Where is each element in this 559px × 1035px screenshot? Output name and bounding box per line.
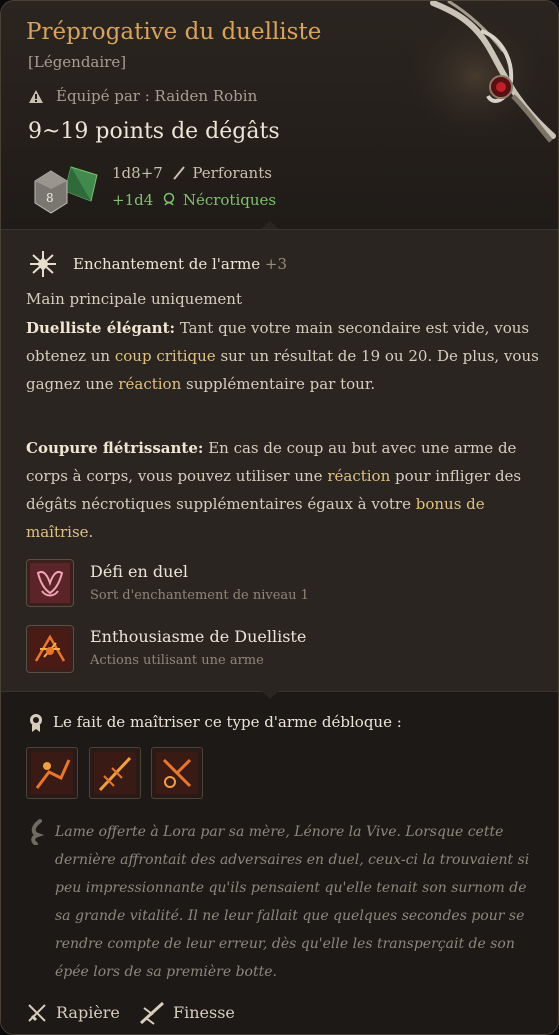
duel-mask-icon — [30, 563, 70, 603]
medal-icon — [30, 714, 42, 732]
section-notch — [261, 691, 279, 699]
passive-withering-strike: Coupure flétrissante: En cas de coup au … — [26, 434, 541, 546]
passive-text: . — [88, 523, 94, 541]
spell-enthusiasm[interactable]: Enthousiasme de Duelliste Actions utilis… — [90, 627, 306, 668]
damage-range: 9~19 points de dégâts — [28, 119, 280, 144]
keyword-critical[interactable]: coup critique — [115, 347, 216, 365]
spell-subtitle: Actions utilisant une arme — [90, 653, 264, 668]
enchantment-bonus: +3 — [264, 255, 288, 273]
rapier-icon — [28, 1004, 46, 1022]
necrotic-dice: +1d4 — [112, 191, 154, 209]
passive-elegant-duellist: Duelliste élégant: Tant que votre main s… — [26, 314, 541, 398]
enchantment-icon — [30, 251, 56, 277]
pierce-type: Perforants — [192, 164, 272, 182]
piercing-icon — [172, 166, 185, 180]
finesse-icon — [139, 1001, 165, 1025]
keyword-reaction[interactable]: réaction — [327, 467, 390, 485]
spell-name: Enthousiasme de Duelliste — [90, 627, 307, 646]
keyword-reaction[interactable]: réaction — [118, 375, 181, 393]
necrotic-skull-icon — [163, 192, 175, 206]
pierce-dice: 1d8+7 — [112, 164, 163, 182]
item-rarity: [Légendaire] — [28, 53, 127, 71]
die-value: 8 — [46, 191, 54, 205]
tag-rapier[interactable]: Rapière — [56, 1003, 120, 1022]
weapon-action-1[interactable] — [26, 747, 78, 799]
weapon-action-2[interactable] — [89, 747, 141, 799]
equipped-by: Équipé par : Raiden Robin — [56, 87, 258, 105]
weapon-action-3[interactable] — [151, 747, 203, 799]
duelist-flourish-icon — [30, 629, 70, 669]
passive-title: Duelliste élégant: — [26, 319, 176, 337]
lunging-strike-icon — [31, 752, 73, 794]
damage-dice-icon — [34, 166, 98, 214]
passive-title: Coupure flétrissante: — [26, 439, 204, 457]
spell-name: Défi en duel — [90, 562, 189, 581]
spell-duel-challenge-icon[interactable] — [26, 559, 74, 607]
damage-line-necrotic: +1d4 Nécrotiques — [112, 191, 276, 209]
spell-duel-challenge[interactable]: Défi en duel Sort d'enchantement de nive… — [90, 562, 309, 603]
proficiency-label: Le fait de maîtriser ce type d'arme débl… — [53, 713, 402, 731]
item-title: Préprogative du duelliste — [26, 19, 322, 45]
quill-icon — [31, 819, 45, 845]
spell-subtitle: Sort d'enchantement de niveau 1 — [90, 588, 309, 603]
spell-enthusiasm-icon[interactable] — [26, 625, 74, 673]
tag-finesse[interactable]: Finesse — [173, 1003, 235, 1022]
passive-text: supplémentaire par tour. — [186, 375, 376, 393]
lore-text: Lame offerte à Lora par sa mère, Lénore … — [55, 824, 530, 980]
item-tooltip: Préprogative du duelliste [Légendaire] É… — [0, 0, 559, 1035]
enchantment-text: Enchantement de l'arme — [73, 255, 261, 273]
enchantment-label: Enchantement de l'arme +3 — [73, 255, 287, 273]
section-notch — [261, 221, 279, 229]
necrotic-type: Nécrotiques — [182, 191, 277, 209]
damage-line-pierce: 1d8+7 Perforants — [112, 164, 272, 182]
weapon-art-icon — [393, 1, 558, 151]
piercing-strike-icon — [94, 752, 136, 794]
main-hand-note: Main principale uniquement — [26, 290, 242, 308]
warning-icon — [29, 90, 43, 103]
flourish-strike-icon — [156, 752, 198, 794]
